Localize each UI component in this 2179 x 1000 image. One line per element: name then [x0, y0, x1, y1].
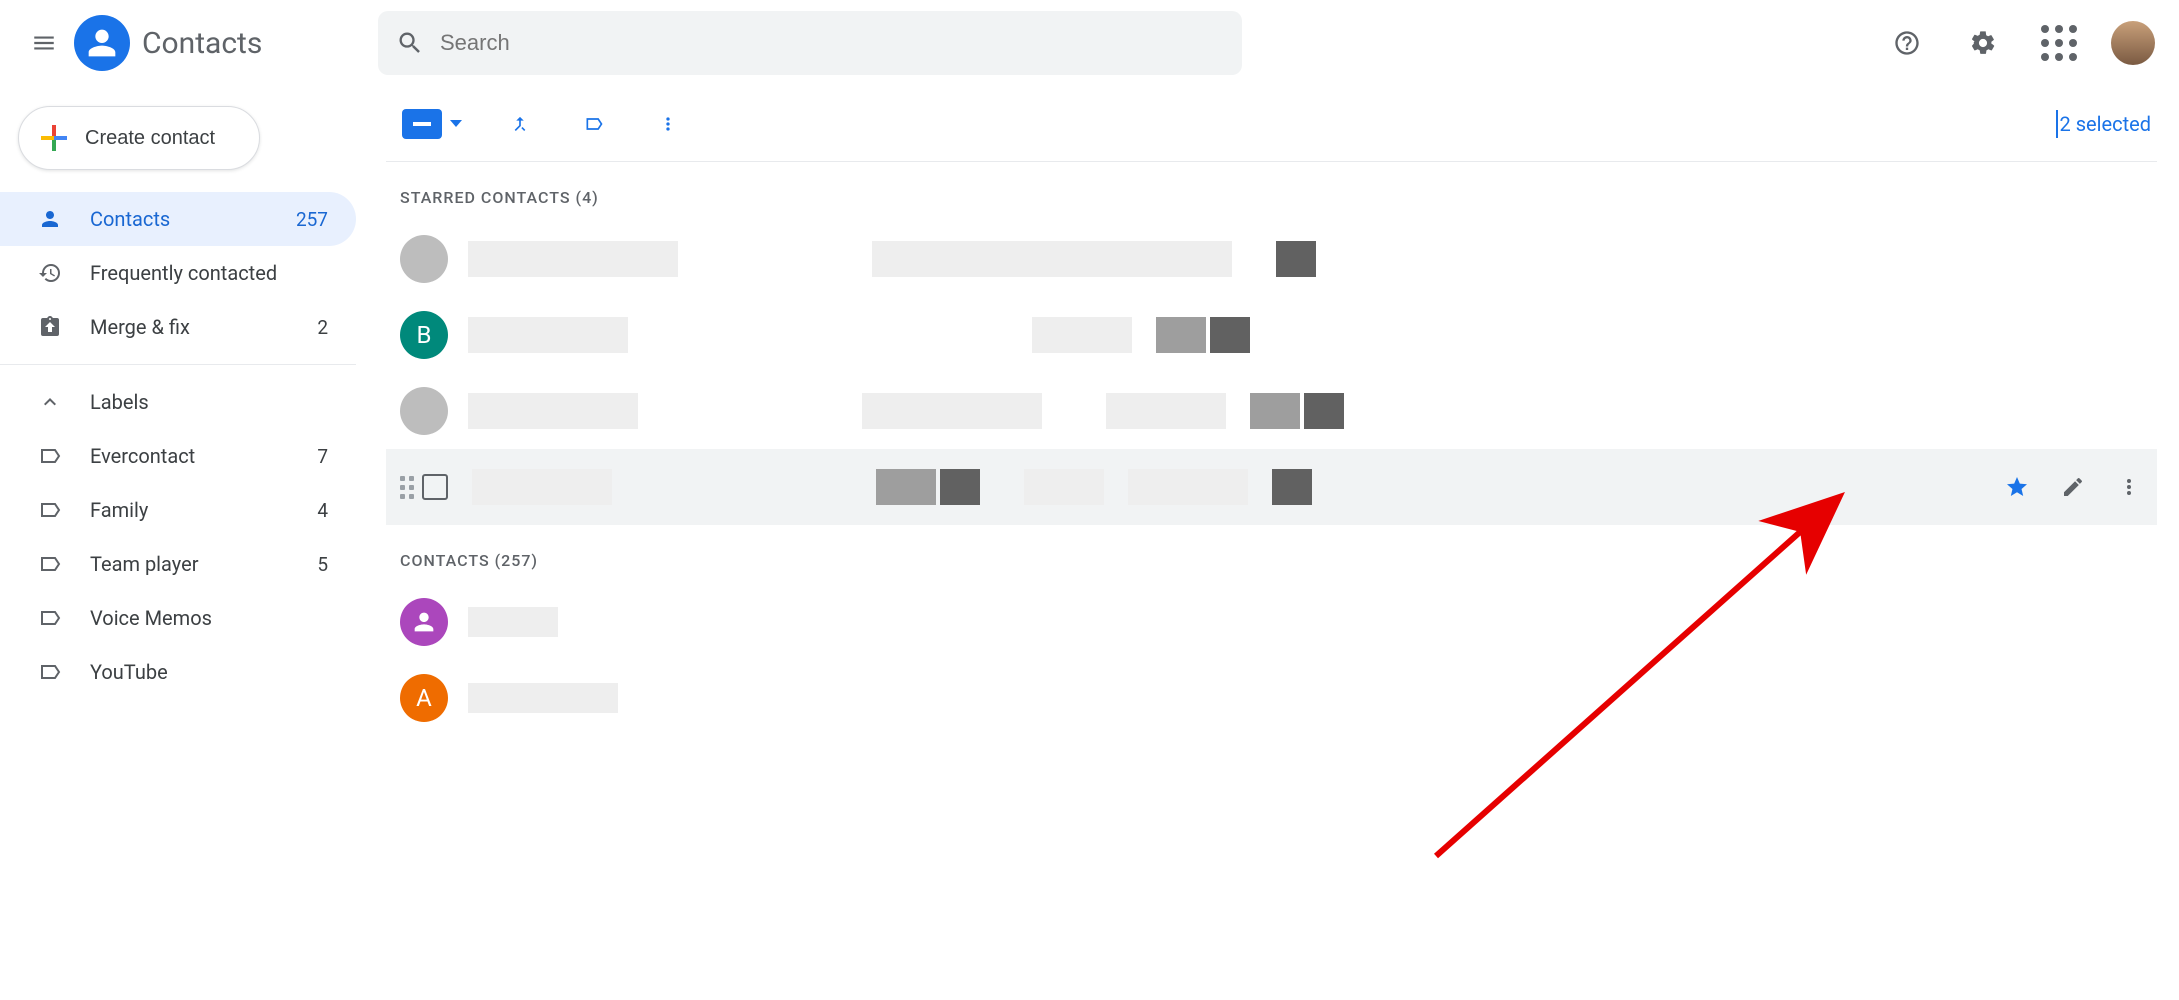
- gear-icon: [1969, 29, 1997, 57]
- caret-down-icon: [450, 120, 462, 127]
- drag-handle-icon[interactable]: [400, 476, 414, 499]
- help-button[interactable]: [1883, 19, 1931, 67]
- sidebar-item-count: 2: [317, 316, 328, 339]
- labels-toggle[interactable]: Labels: [0, 375, 356, 429]
- sidebar-label-team-player[interactable]: Team player 5: [0, 537, 356, 591]
- sidebar-item-frequently-contacted[interactable]: Frequently contacted: [0, 246, 356, 300]
- star-button[interactable]: [1999, 469, 2035, 505]
- contact-avatar: A: [400, 674, 448, 722]
- more-vert-icon: [2117, 475, 2141, 499]
- contact-row-hovered[interactable]: [386, 449, 2157, 525]
- contacts-logo-icon: [74, 15, 130, 71]
- selected-count: 2 selected: [2056, 110, 2152, 138]
- history-icon: [38, 261, 62, 285]
- hamburger-icon: [31, 30, 57, 56]
- search-icon: [396, 29, 424, 57]
- sidebar-label-voice-memos[interactable]: Voice Memos: [0, 591, 356, 645]
- edit-button[interactable]: [2055, 469, 2091, 505]
- contact-avatar: [400, 598, 448, 646]
- create-contact-label: Create contact: [85, 127, 215, 150]
- merge-icon: [510, 111, 530, 137]
- pencil-icon: [2061, 475, 2085, 499]
- sidebar-item-count: 7: [317, 445, 328, 468]
- search-input[interactable]: [438, 29, 1224, 57]
- label-icon: [38, 498, 62, 522]
- main-menu-button[interactable]: [20, 19, 68, 67]
- sidebar-label-youtube[interactable]: YouTube: [0, 645, 356, 699]
- more-actions-button[interactable]: [652, 108, 684, 140]
- create-contact-button[interactable]: Create contact: [18, 106, 260, 170]
- sidebar-item-count: 5: [317, 553, 328, 576]
- labels-header-text: Labels: [90, 390, 149, 414]
- main-area: 2 selected STARRED CONTACTS (4) B: [356, 86, 2179, 1000]
- sidebar-item-label: YouTube: [90, 660, 168, 684]
- contact-row[interactable]: A: [386, 660, 2157, 736]
- help-icon: [1893, 29, 1921, 57]
- indeterminate-checkbox-icon: [402, 109, 442, 139]
- settings-button[interactable]: [1959, 19, 2007, 67]
- merge-button[interactable]: [504, 108, 536, 140]
- sidebar-item-label: Merge & fix: [90, 315, 190, 339]
- plus-icon: [41, 125, 67, 151]
- contact-row[interactable]: [386, 373, 2157, 449]
- sidebar-item-label: Voice Memos: [90, 606, 212, 630]
- contact-row[interactable]: B: [386, 297, 2157, 373]
- row-checkbox[interactable]: [422, 474, 448, 500]
- contact-avatar: [400, 235, 448, 283]
- sidebar-divider: [0, 364, 356, 365]
- sidebar-label-evercontact[interactable]: Evercontact 7: [0, 429, 356, 483]
- app-logo[interactable]: Contacts: [74, 15, 374, 71]
- sidebar: Create contact Contacts 257 Frequently c…: [0, 86, 356, 1000]
- starred-section-title: STARRED CONTACTS (4): [386, 162, 2157, 221]
- label-button[interactable]: [578, 108, 610, 140]
- star-filled-icon: [2005, 474, 2029, 500]
- label-icon: [38, 660, 62, 684]
- contact-row[interactable]: [386, 221, 2157, 297]
- label-icon: [38, 552, 62, 576]
- account-avatar[interactable]: [2111, 21, 2155, 65]
- chevron-up-icon: [38, 390, 62, 414]
- google-apps-button[interactable]: [2035, 19, 2083, 67]
- apps-grid-icon: [2041, 25, 2077, 61]
- header-actions: [1883, 19, 2155, 67]
- contact-avatar: [400, 387, 448, 435]
- sidebar-item-label: Evercontact: [90, 444, 195, 468]
- more-vert-icon: [658, 111, 678, 137]
- header: Contacts: [0, 0, 2179, 86]
- bulk-toolbar: 2 selected: [386, 86, 2157, 162]
- sidebar-item-contacts[interactable]: Contacts 257: [0, 192, 356, 246]
- selection-toggle[interactable]: [402, 109, 462, 139]
- sidebar-item-label: Contacts: [90, 207, 170, 231]
- label-icon: [38, 444, 62, 468]
- contacts-section-title: CONTACTS (257): [386, 525, 2157, 584]
- row-more-button[interactable]: [2111, 469, 2147, 505]
- sidebar-item-count: 4: [317, 499, 328, 522]
- sidebar-item-label: Family: [90, 498, 148, 522]
- app-title: Contacts: [142, 26, 262, 61]
- label-icon: [584, 111, 604, 137]
- contact-row[interactable]: [386, 584, 2157, 660]
- person-icon: [38, 207, 62, 231]
- label-icon: [38, 606, 62, 630]
- sidebar-item-label: Team player: [90, 552, 199, 576]
- sidebar-item-count: 257: [296, 208, 328, 231]
- merge-fix-icon: [38, 315, 62, 339]
- search-bar[interactable]: [378, 11, 1242, 75]
- sidebar-item-label: Frequently contacted: [90, 261, 277, 285]
- sidebar-item-merge-fix[interactable]: Merge & fix 2: [0, 300, 356, 354]
- contact-avatar: B: [400, 311, 448, 359]
- sidebar-label-family[interactable]: Family 4: [0, 483, 356, 537]
